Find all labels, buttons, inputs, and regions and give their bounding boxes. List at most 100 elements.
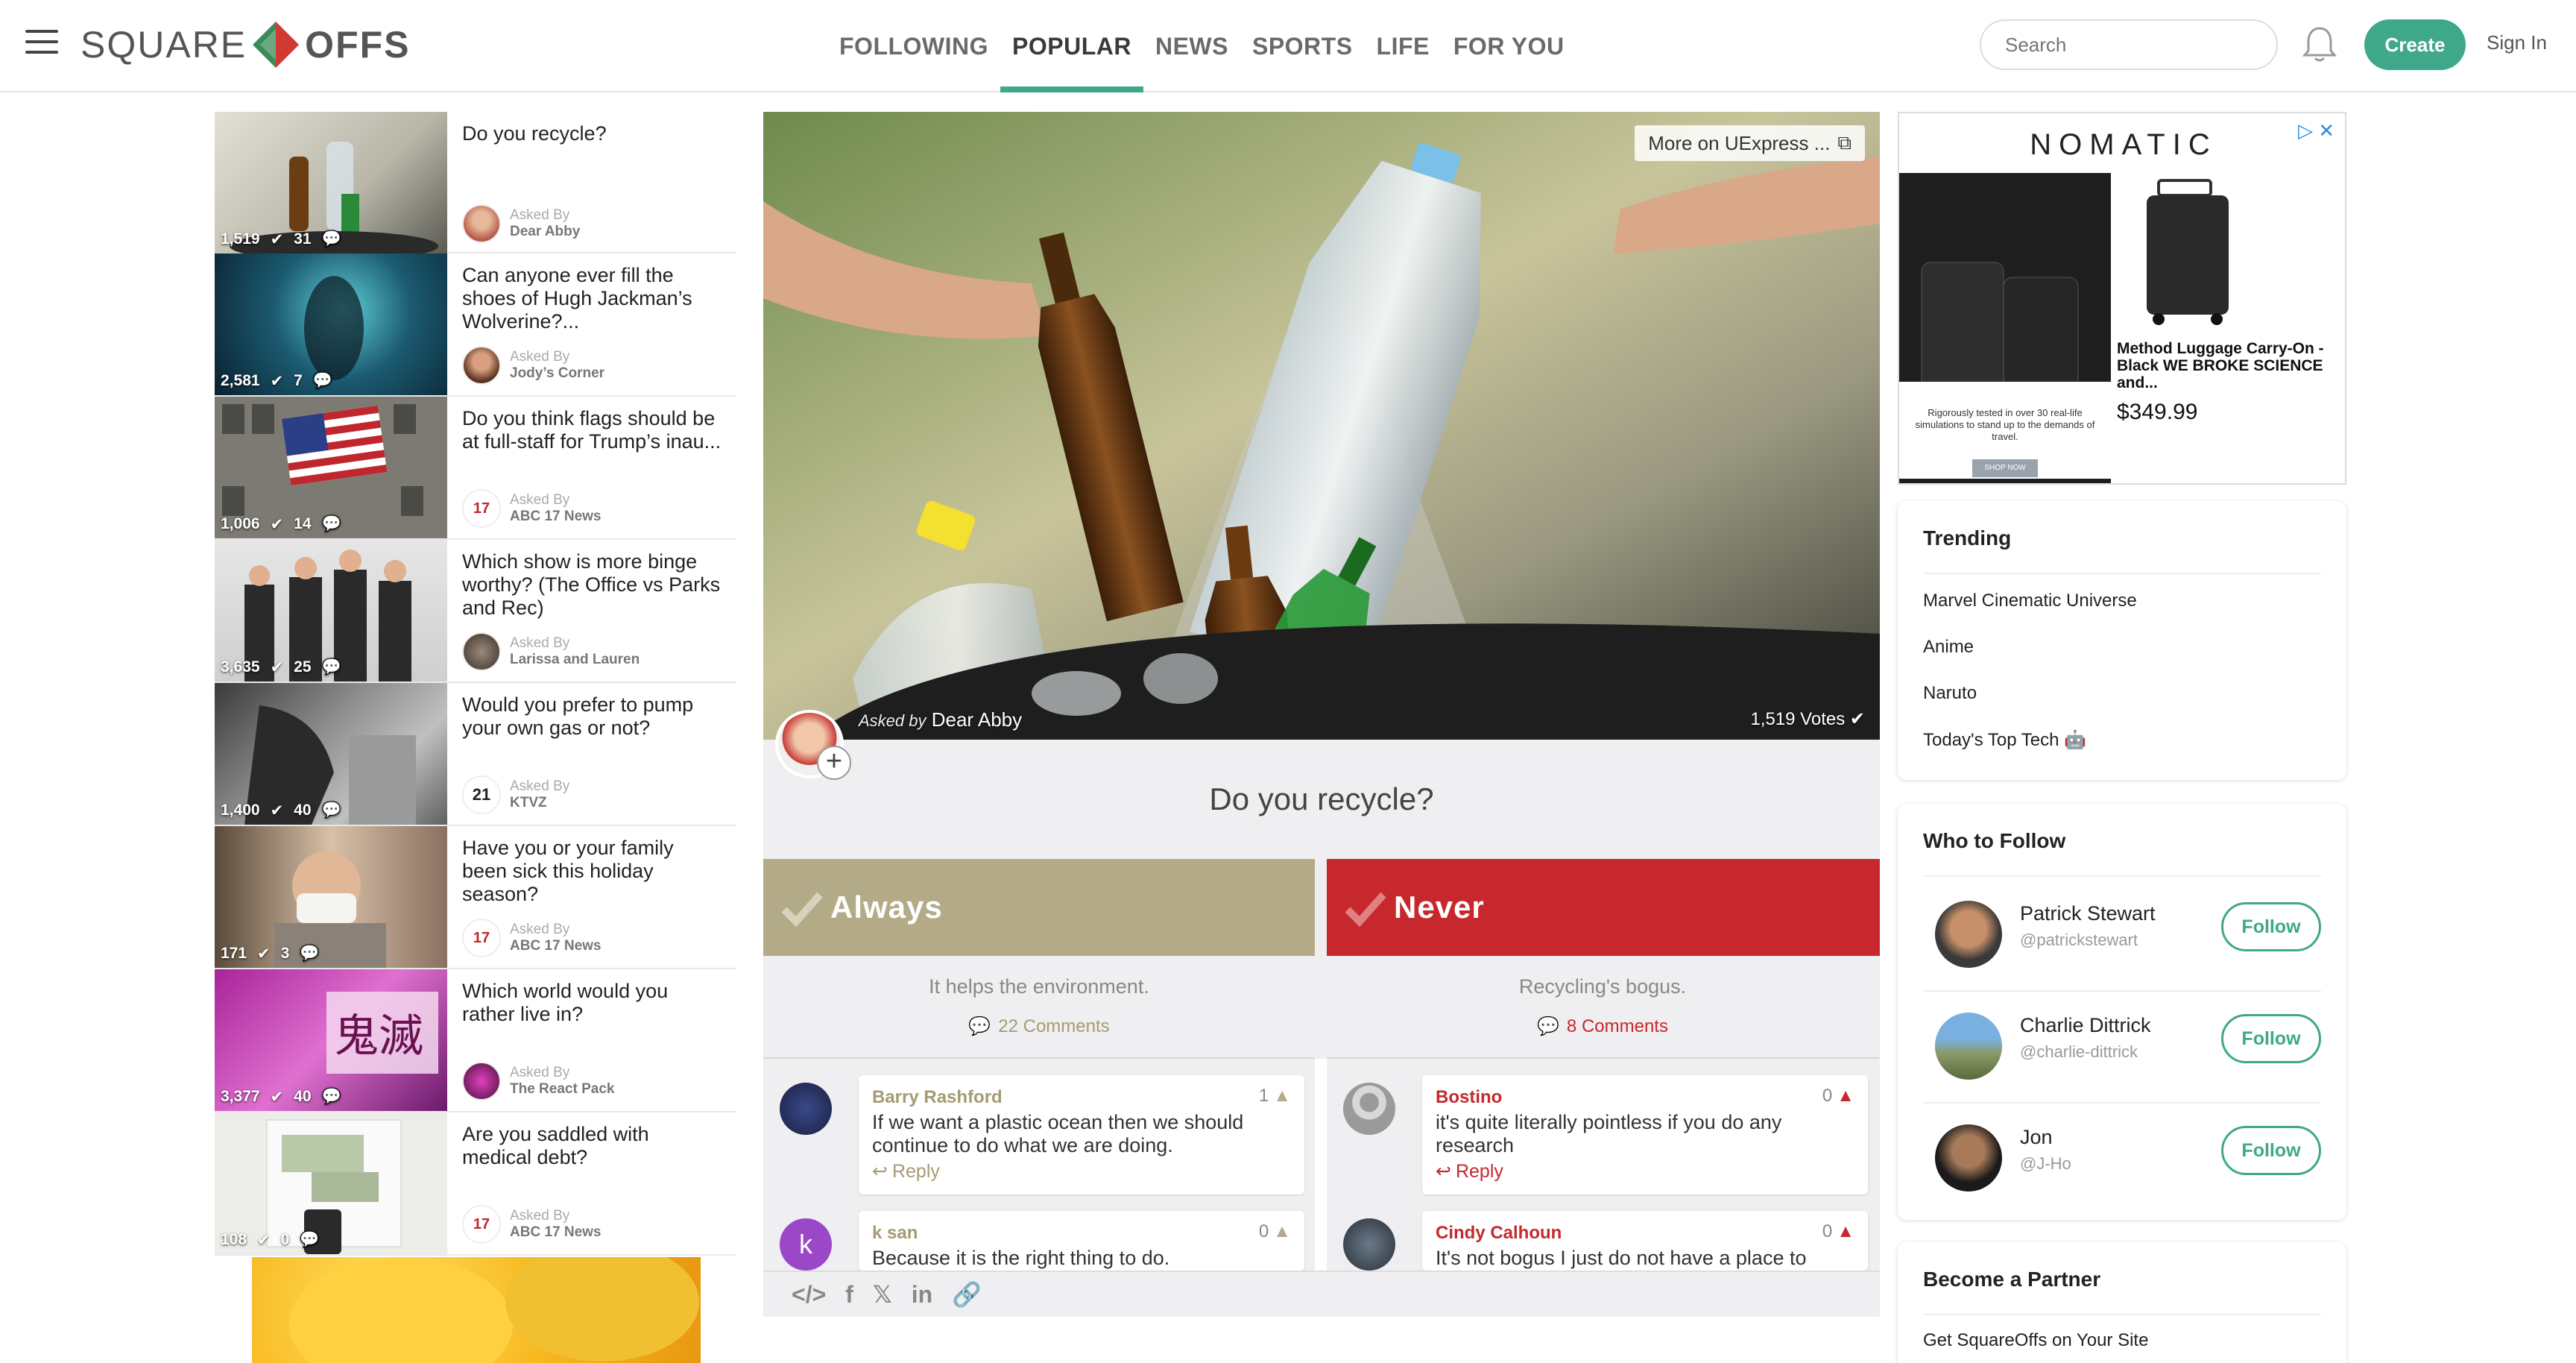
asker-name[interactable]: Larissa and Lauren xyxy=(510,652,640,668)
avatar[interactable] xyxy=(1935,1124,2002,1192)
feed-item[interactable]: 1,400 ✔ 40 💬 Would you prefer to pump your … xyxy=(215,683,736,826)
feed-thumbnail[interactable]: 3,635 ✔ 25 💬 xyxy=(215,540,447,682)
tab-for-you[interactable]: FOR YOU xyxy=(1442,0,1576,92)
feed-question-title[interactable]: Do you think flags should be at full-sta… xyxy=(462,407,723,453)
asker-avatar[interactable]: 17 xyxy=(462,489,501,528)
avatar[interactable] xyxy=(1935,1013,2002,1080)
always-comments-link[interactable]: 💬 22 Comments xyxy=(763,1016,1315,1037)
feed-question-title[interactable]: Which world would you rather live in? xyxy=(462,980,723,1026)
tab-sports[interactable]: SPORTS xyxy=(1240,0,1365,92)
feed-thumbnail[interactable]: 2,581 ✔ 7 💬 xyxy=(215,254,447,395)
feed-question-title[interactable]: Would you prefer to pump your own gas or… xyxy=(462,693,723,740)
follow-button[interactable]: Follow xyxy=(2221,1014,2321,1063)
sponsored-ad[interactable]: NOMATIC ▷ ✕ Rigorously tested in over 30… xyxy=(1898,112,2346,485)
feed-thumbnail[interactable]: 鬼滅 3,377 ✔ 40 💬 xyxy=(215,969,447,1111)
trending-item[interactable]: Today's Top Tech 🤖 xyxy=(1923,729,2086,751)
feed-item[interactable]: 108 ✔ 0 💬 Are you saddled with medical debt… xyxy=(215,1112,736,1256)
reply-button[interactable]: ↩ Reply xyxy=(1436,1160,1503,1183)
suggestion-name[interactable]: Jon xyxy=(2020,1126,2053,1149)
avatar[interactable] xyxy=(1935,901,2002,968)
more-on-uexpress-link[interactable]: More on UExpress ... ⧉ xyxy=(1635,125,1865,161)
answer-never-button[interactable]: Never xyxy=(1327,859,1880,956)
comment-avatar[interactable] xyxy=(1343,1083,1395,1135)
close-icon[interactable]: ▷ ✕ xyxy=(2298,119,2334,142)
asker-avatar[interactable]: 21 xyxy=(462,775,501,814)
feed-item[interactable]: 171 ✔ 3 💬 Have you or your family been sick… xyxy=(215,826,736,969)
asker-avatar[interactable] xyxy=(462,632,501,671)
tab-news[interactable]: NEWS xyxy=(1143,0,1240,92)
tab-popular[interactable]: POPULAR xyxy=(1000,0,1143,92)
asker-avatar[interactable] xyxy=(462,346,501,385)
feed-question-title[interactable]: Do you recycle? xyxy=(462,122,723,145)
comment-author[interactable]: k san xyxy=(872,1223,918,1244)
suggestion-name[interactable]: Patrick Stewart xyxy=(2020,902,2156,925)
menu-icon[interactable] xyxy=(25,30,58,57)
asker-name[interactable]: KTVZ xyxy=(510,795,569,811)
follow-button[interactable]: Follow xyxy=(2221,1126,2321,1175)
trending-item[interactable]: Anime xyxy=(1923,637,1974,658)
feed-thumbnail[interactable]: 108 ✔ 0 💬 xyxy=(215,1112,447,1254)
feed-question-title[interactable]: Which show is more binge worthy? (The Of… xyxy=(462,550,723,620)
answer-always-button[interactable]: Always xyxy=(763,859,1315,956)
follow-button[interactable]: Follow xyxy=(2221,902,2321,951)
suggestion-name[interactable]: Charlie Dittrick xyxy=(2020,1014,2151,1037)
linkedin-icon[interactable]: in xyxy=(912,1281,932,1309)
link-icon[interactable]: 🔗 xyxy=(952,1280,982,1309)
feed-item[interactable]: 2,581 ✔ 7 💬 Can anyone ever fill the shoes … xyxy=(215,254,736,397)
squareoffs-logo[interactable]: SQUARE OFFS xyxy=(80,21,411,69)
comment-avatar[interactable] xyxy=(780,1083,832,1135)
comment-text: it's quite literally pointless if you do… xyxy=(1436,1111,1782,1156)
asker-avatar[interactable]: 17 xyxy=(462,919,501,957)
ad-luggage-image[interactable]: Rigorously tested in over 30 real-life s… xyxy=(1899,173,2111,483)
feed-thumbnail[interactable]: 1,400 ✔ 40 💬 xyxy=(215,683,447,825)
feed-thumbnail[interactable]: 1,006 ✔ 14 💬 xyxy=(215,397,447,538)
asker-name[interactable]: ABC 17 News xyxy=(510,1224,602,1241)
never-comments-link[interactable]: 💬 8 Comments xyxy=(1327,1016,1878,1037)
facebook-icon[interactable]: f xyxy=(845,1281,853,1309)
feed-question-title[interactable]: Are you saddled with medical debt? xyxy=(462,1123,723,1169)
feed-item[interactable]: 鬼滅 3,377 ✔ 40 💬 Which world would you rathe… xyxy=(215,969,736,1112)
asker-name[interactable]: Dear Abby xyxy=(510,224,580,240)
hero-asker-name[interactable]: Dear Abby xyxy=(932,708,1022,731)
feed-item[interactable]: 1,519 ✔ 31 💬 Do you recycle? Asked By Dear A… xyxy=(215,112,736,254)
asker-name[interactable]: Jody’s Corner xyxy=(510,365,604,382)
comment-avatar[interactable] xyxy=(1343,1218,1395,1271)
comment-author[interactable]: Cindy Calhoun xyxy=(1436,1223,1562,1244)
ad-product-image[interactable] xyxy=(2136,173,2241,330)
feed-ad-image[interactable] xyxy=(252,1257,701,1363)
shop-now-button[interactable]: SHOP NOW xyxy=(1972,459,2038,477)
comment-avatar[interactable]: k xyxy=(780,1218,832,1271)
create-button[interactable]: Create xyxy=(2364,19,2466,70)
tab-life[interactable]: LIFE xyxy=(1365,0,1442,92)
ad-product-title[interactable]: Method Luggage Carry-On - Black WE BROKE… xyxy=(2117,340,2340,391)
comment-author[interactable]: Barry Rashford xyxy=(872,1087,1003,1108)
feed-thumbnail[interactable]: 171 ✔ 3 💬 xyxy=(215,826,447,968)
trending-item[interactable]: Naruto xyxy=(1923,683,1977,704)
follow-plus-icon[interactable]: + xyxy=(817,746,851,780)
asker-avatar[interactable] xyxy=(462,1062,501,1101)
feed-question-title[interactable]: Can anyone ever fill the shoes of Hugh J… xyxy=(462,264,723,333)
feed-question-title[interactable]: Have you or your family been sick this h… xyxy=(462,837,723,906)
comment-score[interactable]: 0 ▲ xyxy=(1822,1221,1854,1242)
comment-author[interactable]: Bostino xyxy=(1436,1087,1502,1108)
asker-name[interactable]: ABC 17 News xyxy=(510,938,602,954)
tab-following[interactable]: FOLLOWING xyxy=(827,0,1000,92)
feed-thumbnail[interactable]: 1,519 ✔ 31 💬 xyxy=(215,112,447,254)
asker-name[interactable]: The React Pack xyxy=(510,1081,614,1098)
partner-link[interactable]: Get SquareOffs on Your Site xyxy=(1923,1330,2148,1351)
comment-score[interactable]: 1 ▲ xyxy=(1259,1086,1291,1107)
comment-score[interactable]: 0 ▲ xyxy=(1259,1221,1291,1242)
feed-item[interactable]: 3,635 ✔ 25 💬 Which show is more binge worth… xyxy=(215,540,736,683)
sign-in-link[interactable]: Sign In xyxy=(2487,31,2547,54)
asker-name[interactable]: ABC 17 News xyxy=(510,509,602,525)
embed-icon[interactable]: </> xyxy=(792,1281,826,1309)
trending-item[interactable]: Marvel Cinematic Universe xyxy=(1923,591,2137,611)
reply-button[interactable]: ↩ Reply xyxy=(872,1160,940,1183)
x-twitter-icon[interactable]: 𝕏 xyxy=(873,1280,892,1309)
search-input[interactable] xyxy=(1980,19,2278,70)
notifications-bell-icon[interactable] xyxy=(2297,22,2342,67)
asker-avatar[interactable]: 17 xyxy=(462,1205,501,1244)
feed-item[interactable]: 1,006 ✔ 14 💬 Do you think flags should be a… xyxy=(215,397,736,540)
comment-score[interactable]: 0 ▲ xyxy=(1822,1086,1854,1107)
asker-avatar[interactable] xyxy=(462,204,501,243)
